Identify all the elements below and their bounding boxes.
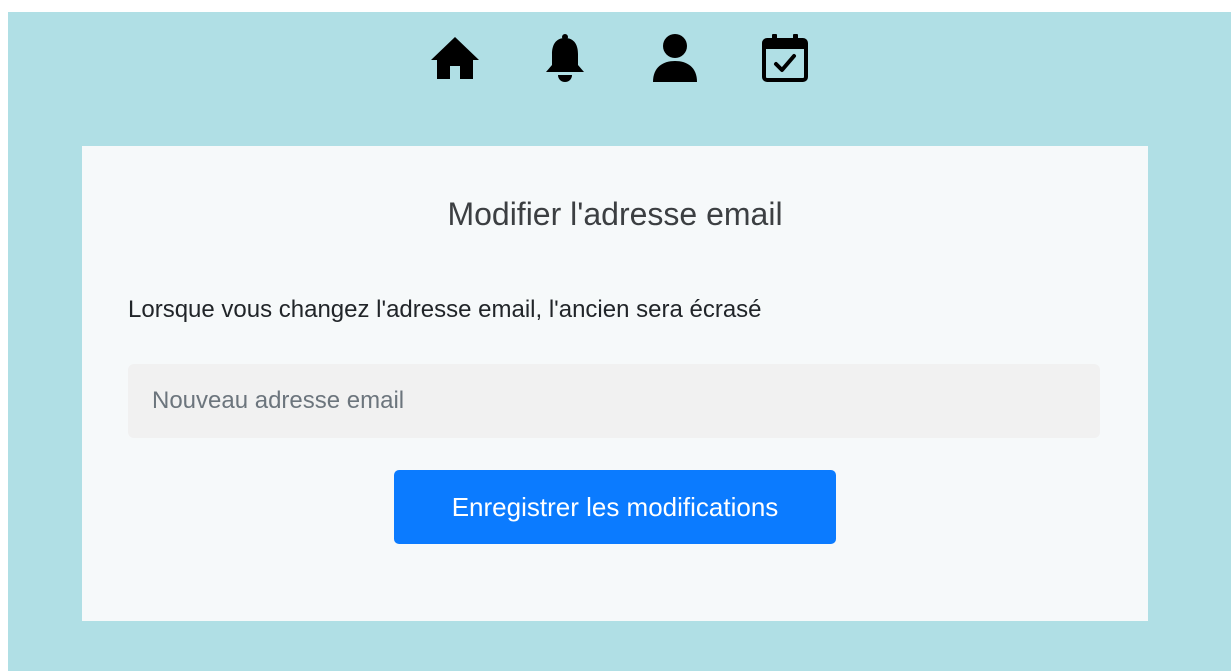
calendar-check-icon xyxy=(761,34,808,82)
email-settings-card: Modifier l'adresse email Lorsque vous ch… xyxy=(82,146,1148,621)
top-nav xyxy=(8,30,1231,86)
nav-home-button[interactable] xyxy=(426,30,484,86)
nav-notifications-button[interactable] xyxy=(536,30,594,86)
bell-icon xyxy=(545,34,584,82)
card-title: Modifier l'adresse email xyxy=(447,196,783,232)
save-changes-button[interactable]: Enregistrer les modifications xyxy=(394,470,836,544)
page-background: Modifier l'adresse email Lorsque vous ch… xyxy=(8,12,1231,671)
new-email-input[interactable] xyxy=(128,364,1100,438)
home-icon xyxy=(430,37,479,79)
user-icon xyxy=(652,34,697,82)
card-description: Lorsque vous changez l'adresse email, l'… xyxy=(128,296,762,323)
nav-calendar-button[interactable] xyxy=(756,30,814,86)
nav-profile-button[interactable] xyxy=(646,30,704,86)
